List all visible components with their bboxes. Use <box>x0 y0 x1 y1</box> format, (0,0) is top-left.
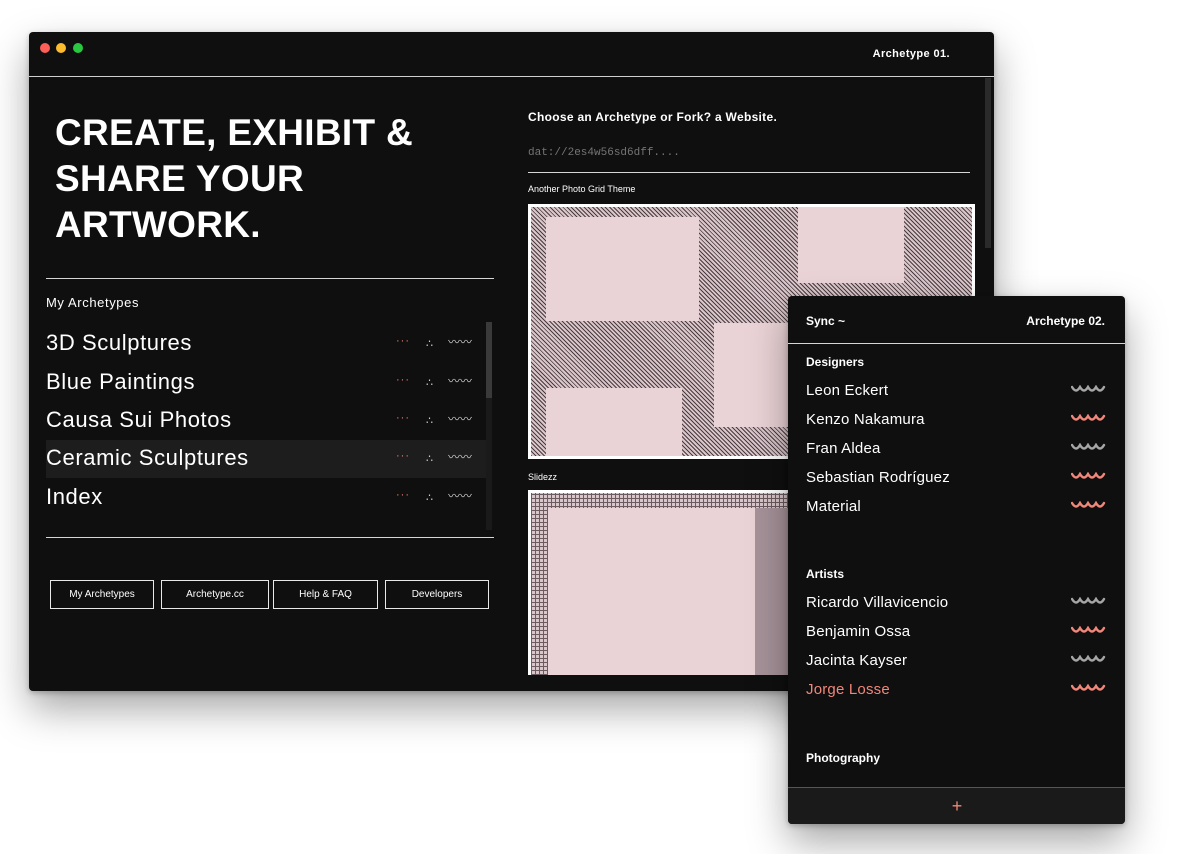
title-bar: Archetype 01. <box>29 32 994 77</box>
window-title: Archetype 01. <box>872 48 950 60</box>
dots-icon[interactable]: ··· <box>396 450 410 462</box>
group-title-artists: Artists <box>806 567 845 581</box>
theme-label-slidezz: Slidezz <box>528 472 558 482</box>
my-archetypes-button[interactable]: My Archetypes <box>50 580 154 609</box>
developers-button[interactable]: Developers <box>385 580 489 609</box>
archetype-item-blue-paintings[interactable]: Blue Paintings ··· ∴ 〰〰 <box>46 364 486 402</box>
zoom-window-button[interactable] <box>73 43 83 53</box>
minimize-window-button[interactable] <box>56 43 66 53</box>
wave-status-icon <box>1071 385 1106 392</box>
person-jacinta-kayser[interactable]: Jacinta Kayser <box>806 652 907 669</box>
person-ricardo-villavicencio[interactable]: Ricardo Villavicencio <box>806 594 948 611</box>
archetype-label: Causa Sui Photos <box>46 407 232 432</box>
archetype-item-ceramic-sculptures[interactable]: Ceramic Sculptures ··· ∴ 〰〰 <box>46 440 486 478</box>
thumbnail-image-block <box>546 217 699 321</box>
squiggle-icon[interactable]: 〰〰 <box>448 372 472 389</box>
window-scrollbar[interactable] <box>985 78 991 248</box>
archetype-label: Index <box>46 484 103 509</box>
wave-status-icon <box>1071 655 1106 662</box>
person-leon-eckert[interactable]: Leon Eckert <box>806 382 888 399</box>
wave-status-icon <box>1071 501 1106 508</box>
archetype-item-index[interactable]: Index ··· ∴ 〰〰 <box>46 479 486 517</box>
divider <box>528 172 970 173</box>
triangle-dots-icon[interactable]: ∴ <box>426 376 433 389</box>
archetype-label: Ceramic Sculptures <box>46 445 249 470</box>
person-fran-aldea[interactable]: Fran Aldea <box>806 440 881 457</box>
squiggle-icon[interactable]: 〰〰 <box>448 448 472 465</box>
person-sebastian-rodriguez[interactable]: Sebastian Rodríguez <box>806 469 950 486</box>
squiggle-icon[interactable]: 〰〰 <box>448 487 472 504</box>
slide-image-block <box>548 508 755 675</box>
triangle-dots-icon[interactable]: ∴ <box>426 337 433 350</box>
triangle-dots-icon[interactable]: ∴ <box>426 414 433 427</box>
triangle-dots-icon[interactable]: ∴ <box>426 452 433 465</box>
hero-line-2: SHARE YOUR <box>55 158 305 199</box>
archetype-item-3d-sculptures[interactable]: 3D Sculptures ··· ∴ 〰〰 <box>46 325 486 363</box>
archetype-item-causa-sui-photos[interactable]: Causa Sui Photos ··· ∴ 〰〰 <box>46 402 486 440</box>
group-title-photography: Photography <box>806 751 880 765</box>
wave-status-icon <box>1071 626 1106 633</box>
thumbnail-image-block <box>546 388 682 456</box>
archetype-02-panel: Sync ~ Archetype 02. Designers Leon Ecke… <box>788 296 1125 824</box>
wave-status-icon <box>1071 597 1106 604</box>
wave-status-icon <box>1071 684 1106 691</box>
archetype-list-scrollbar-thumb[interactable] <box>486 322 492 398</box>
person-jorge-losse[interactable]: Jorge Losse <box>806 681 890 698</box>
group-title-designers: Designers <box>806 355 865 369</box>
help-faq-button[interactable]: Help & FAQ <box>273 580 378 609</box>
close-window-button[interactable] <box>40 43 50 53</box>
dat-url-input[interactable] <box>528 143 968 163</box>
divider <box>46 278 494 279</box>
person-kenzo-nakamura[interactable]: Kenzo Nakamura <box>806 411 925 428</box>
sync-menu[interactable]: Sync ~ <box>806 314 845 328</box>
triangle-dots-icon[interactable]: ∴ <box>426 491 433 504</box>
archetype-label: 3D Sculptures <box>46 330 192 355</box>
theme-label-photo-grid: Another Photo Grid Theme <box>528 184 636 194</box>
archetype-cc-button[interactable]: Archetype.cc <box>161 580 269 609</box>
my-archetypes-heading: My Archetypes <box>46 295 140 310</box>
squiggle-icon[interactable]: 〰〰 <box>448 333 472 350</box>
dots-icon[interactable]: ··· <box>396 335 410 347</box>
hero-line-1: CREATE, EXHIBIT & <box>55 112 413 153</box>
wave-status-icon <box>1071 472 1106 479</box>
panel-title: Archetype 02. <box>1026 314 1105 328</box>
hero-line-3: ARTWORK. <box>55 204 261 245</box>
wave-status-icon <box>1071 414 1106 421</box>
hero-heading: CREATE, EXHIBIT & SHARE YOUR ARTWORK. <box>55 110 413 248</box>
person-benjamin-ossa[interactable]: Benjamin Ossa <box>806 623 910 640</box>
dots-icon[interactable]: ··· <box>396 412 410 424</box>
divider <box>46 537 494 538</box>
squiggle-icon[interactable]: 〰〰 <box>448 410 472 427</box>
dots-icon[interactable]: ··· <box>396 489 410 501</box>
thumbnail-image-block <box>798 207 904 283</box>
add-plus-icon[interactable]: + <box>945 794 969 818</box>
wave-status-icon <box>1071 443 1106 450</box>
choose-archetype-title: Choose an Archetype or Fork? a Website. <box>528 110 778 124</box>
person-material[interactable]: Material <box>806 498 861 515</box>
archetype-label: Blue Paintings <box>46 369 196 394</box>
dots-icon[interactable]: ··· <box>396 374 410 386</box>
panel-footer: + <box>788 787 1125 824</box>
divider <box>788 343 1125 344</box>
